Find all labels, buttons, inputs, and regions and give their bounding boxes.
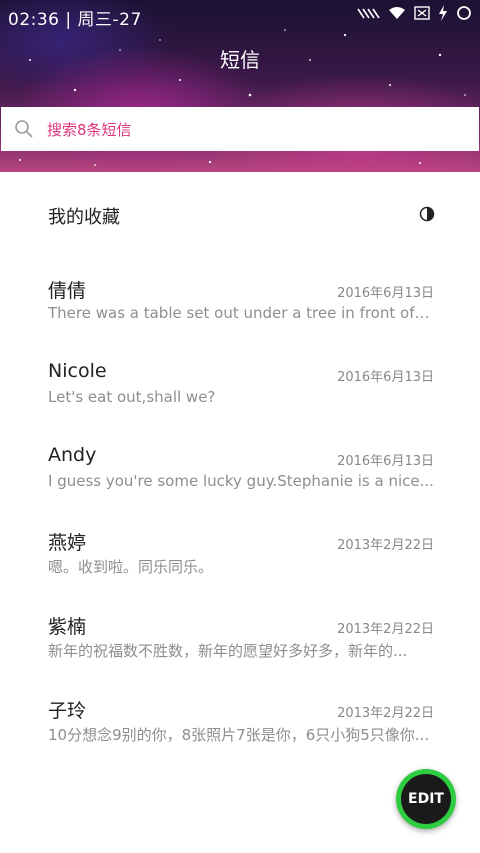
message-row[interactable]: 紫楠 2013年2月22日 新年的祝福数不胜数，新年的愿望好多好多，新年的... [0,602,480,686]
contact-name: 燕婷 [48,532,87,554]
message-preview: 嗯。收到啦。同乐同乐。 [48,558,214,576]
search-input[interactable]: 搜索8条短信 [47,119,132,140]
message-preview: 新年的祝福数不胜数，新年的愿望好多好多，新年的... [48,642,408,660]
favorites-row[interactable]: 我的收藏 [0,192,480,238]
signal-icon [357,8,380,19]
contact-name: Andy [48,444,97,466]
status-bar: 02:36 | 周三-27 [0,0,480,30]
message-date: 2013年2月22日 [337,706,434,721]
contact-name: 倩倩 [48,280,87,302]
search-icon [15,120,33,138]
message-date: 2013年2月22日 [337,538,434,553]
message-date: 2016年6月13日 [337,370,434,385]
wifi-icon [389,7,405,19]
battery-ring-icon [457,6,471,20]
message-preview: I guess you're some lucky guy.Stephanie … [48,472,434,490]
message-preview: There was a table set out under a tree i… [48,304,434,322]
contact-name: 子玲 [48,700,87,722]
edit-button[interactable]: EDIT [396,769,456,829]
message-row[interactable]: Andy 2016年6月13日 I guess you're some luck… [0,434,480,518]
page-title: 短信 [220,48,260,72]
edit-button-label: EDIT [401,774,451,824]
half-circle-icon[interactable] [419,206,435,222]
search-bar[interactable]: 搜索8条短信 [1,107,479,151]
favorites-label: 我的收藏 [48,207,120,228]
contact-name: 紫楠 [48,616,87,638]
contact-name: Nicole [48,360,107,382]
message-date: 2016年6月13日 [337,454,434,469]
sim-off-icon [414,6,430,20]
message-row[interactable]: 倩倩 2016年6月13日 There was a table set out … [0,266,480,350]
status-icons [356,5,472,21]
message-preview: Let's eat out,shall we? [48,388,216,406]
message-date: 2016年6月13日 [337,286,434,301]
status-time: 02:36 | 周三-27 [8,10,142,30]
message-row[interactable]: 燕婷 2013年2月22日 嗯。收到啦。同乐同乐。 [0,518,480,602]
charging-icon [439,5,447,21]
message-date: 2013年2月22日 [337,622,434,637]
message-row[interactable]: Nicole 2016年6月13日 Let's eat out,shall we… [0,350,480,434]
message-row[interactable]: 子玲 2013年2月22日 10分想念9别的你，8张照片7张是你，6只小狗5只像… [0,686,480,770]
message-preview: 10分想念9别的你，8张照片7张是你，6只小狗5只像你... [48,726,430,744]
